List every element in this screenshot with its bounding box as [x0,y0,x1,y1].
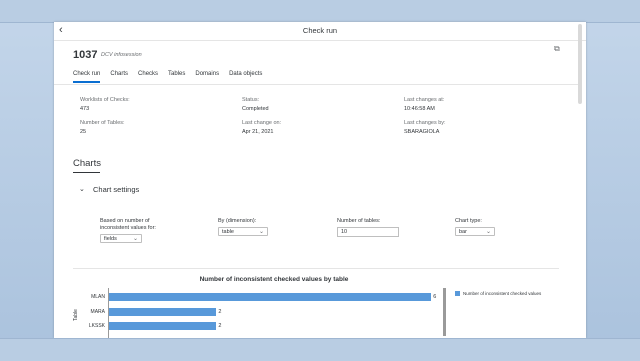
category-label-lkssk: LKSSK [88,323,105,329]
attr-label: Last changes at: [404,97,445,103]
chevron-down-icon: ⌄ [485,229,491,235]
based-on-select[interactable]: fields ⌄ [100,234,142,243]
chart-type-select[interactable]: bar ⌄ [455,227,495,236]
number-of-tables-input[interactable]: 10 [337,227,399,237]
tab-charts[interactable]: Charts [110,71,128,83]
share-icon[interactable]: ⧉ [554,44,560,54]
tab-tables[interactable]: Tables [168,71,185,83]
dimension-select[interactable]: table ⌄ [218,227,268,236]
attr-last-change-on: Last change on: Apr 21, 2021 [242,120,281,135]
attr-value: 473 [80,106,90,112]
attr-label: Number of Tables: [80,120,125,126]
chevron-down-icon[interactable]: ⌄ [79,185,85,193]
number-of-tables-label: Number of tables: [337,218,381,224]
app-header: ‹ Check run [54,22,586,41]
section-underline [73,172,100,173]
legend-swatch [455,291,460,296]
attr-label: Worklists of Checks: [80,97,130,103]
attr-value: 10:46:58 AM [404,106,435,112]
chart-settings-toggle[interactable]: Chart settings [93,185,139,194]
app-title: Check run [302,26,338,35]
attr-label: Last change on: [242,120,282,126]
tab-divider [54,84,579,85]
data-label-mlan: 6 [433,294,437,300]
object-id: 1037 [73,49,98,61]
bar-lkssk[interactable] [109,322,217,330]
page-scrollbar[interactable] [578,24,582,104]
chevron-down-icon: ⌄ [258,229,264,235]
outer-top-bar [0,0,640,23]
chart-type-label: Chart type: [455,218,482,224]
tab-checks[interactable]: Checks [138,71,158,83]
chart-type-value: bar [459,229,467,235]
attr-value: SBARAGIOLA [404,129,440,135]
bar-mara[interactable] [109,308,217,316]
section-title: Charts [73,158,101,169]
attr-value: Completed [242,106,269,112]
based-on-label-line2: inconsistent values for: [100,224,156,231]
attr-value: Apr 21, 2021 [242,129,274,135]
attr-label: Status: [242,97,260,103]
tab-domains[interactable]: Domains [195,71,219,83]
tab-bar: Check run Charts Checks Tables Domains D… [73,71,272,83]
attr-value: 25 [80,129,87,135]
outer-bottom-bar [0,338,640,361]
category-label-mara: MARA [90,309,105,315]
chevron-down-icon: ⌄ [132,236,138,242]
based-on-value: fields [104,236,117,242]
chart-title: Number of inconsistent checked values by… [199,276,349,283]
attr-label: Last changes by: [404,120,446,126]
app-window: ‹ Check run 1037 DCV infosession ⧉ Check… [54,22,586,338]
object-subtitle: DCV infosession [101,52,142,58]
category-label-mlan: MLAN [91,294,105,300]
based-on-label: Based on number of inconsistent values f… [100,218,156,231]
tab-data-objects[interactable]: Data objects [229,71,262,83]
attr-last-changes-at: Last changes at: 10:46:58 AM [404,97,444,112]
data-label-mara: 2 [218,309,222,315]
attr-status: Status: Completed [242,97,269,112]
legend-label: Number of inconsistent checked values [463,291,542,296]
attr-last-changes-by: Last changes by: SBARAGIOLA [404,120,446,135]
dimension-label: By (dimension): [218,218,257,224]
attr-worklists: Worklists of Checks: 473 [80,97,130,112]
data-label-lkssk: 2 [218,323,222,329]
bar-mlan[interactable] [109,293,432,301]
settings-divider [73,268,559,269]
tab-check-run[interactable]: Check run [73,71,101,83]
based-on-label-line1: Based on number of [100,218,150,224]
attr-number-of-tables: Number of Tables: 25 [80,120,125,135]
chart-scrollbar[interactable] [443,288,446,336]
dimension-value: table [222,229,234,235]
